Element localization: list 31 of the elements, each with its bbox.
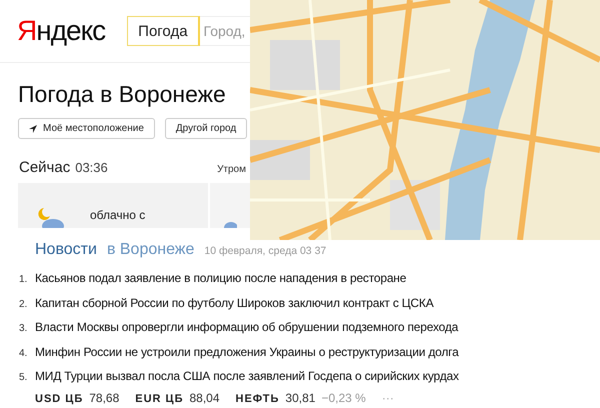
quote-value: 88,04: [190, 390, 220, 404]
moon-cloud-icon: [36, 206, 66, 228]
news-link[interactable]: Минфин России не устроили предложения Украины о реструктуризации долга: [35, 340, 459, 364]
location-button[interactable]: Моё местоположение: [18, 118, 155, 139]
item-number: 5.: [19, 371, 28, 385]
item-number: 1.: [19, 273, 28, 287]
news-link[interactable]: Капитан сборной России по футболу Широков заключил контракт с ЦСКА: [35, 290, 434, 315]
news-link[interactable]: Власти Москвы опровергли информацию об обрушении подземного перехода: [35, 315, 458, 340]
quote-change: −0,23 %: [321, 390, 366, 404]
now-time: 03:36: [75, 160, 108, 175]
item-number: 4.: [19, 346, 28, 360]
morning-label: Утром: [217, 164, 246, 175]
location-arrow-icon: [29, 124, 37, 132]
news-title[interactable]: Новости: [35, 241, 97, 259]
search-field[interactable]: Город,: [200, 16, 250, 46]
item-number: 2.: [19, 298, 28, 312]
item-number: 3.: [19, 322, 28, 336]
cloud-icon: [223, 220, 237, 228]
logo[interactable]: Яндекс: [17, 15, 106, 47]
quote-name[interactable]: НЕФТЬ: [236, 392, 280, 404]
news-date: 10 февраля, среда 03 37: [204, 245, 326, 257]
now-label: Сейчас: [19, 159, 70, 176]
quote-value: 78,68: [89, 390, 120, 404]
news-link[interactable]: МИД Турции вызвал посла США после заявлений Госдепа о сирийских курдах: [35, 364, 459, 388]
city-button[interactable]: Другой город: [164, 118, 248, 139]
quote-name[interactable]: USD ЦБ: [35, 392, 84, 404]
news-link[interactable]: Касьянов подал заявление в полицию после нападения в ресторане: [35, 266, 406, 290]
quote-value: 30,81: [285, 390, 316, 404]
condition-text: облачно с: [90, 208, 146, 224]
page-title: Погода в Воронеже: [18, 81, 227, 108]
quote-name[interactable]: EUR ЦБ: [135, 392, 184, 404]
